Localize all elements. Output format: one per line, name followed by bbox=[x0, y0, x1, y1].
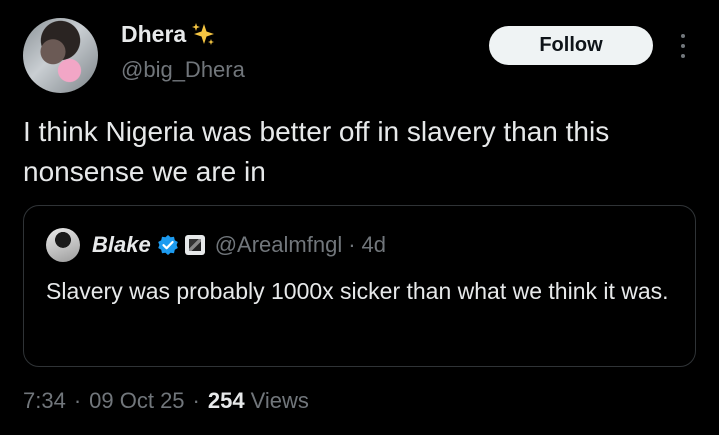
author-display-name[interactable]: Dhera bbox=[121, 20, 186, 48]
author-avatar[interactable] bbox=[23, 18, 98, 93]
quote-separator: · bbox=[348, 232, 356, 257]
tweet-date[interactable]: 09 Oct 25 bbox=[89, 386, 184, 416]
quote-header: Blake @Arealmfngl · 4d bbox=[92, 230, 386, 260]
affiliate-badge-icon[interactable] bbox=[184, 235, 205, 255]
quote-handle: @Arealmfngl bbox=[214, 232, 343, 257]
more-dot bbox=[681, 54, 685, 58]
verified-badge-icon bbox=[157, 235, 178, 255]
author-name-row[interactable]: Dhera bbox=[121, 20, 216, 48]
follow-button[interactable]: Follow bbox=[489, 26, 653, 65]
quote-timestamp[interactable]: 4d bbox=[362, 230, 386, 260]
quote-author-avatar[interactable] bbox=[46, 228, 80, 262]
more-dot bbox=[681, 44, 685, 48]
more-vertical-icon[interactable] bbox=[673, 30, 693, 62]
quote-text: Slavery was probably 1000x sicker than w… bbox=[46, 278, 669, 304]
meta-separator: · bbox=[73, 388, 82, 413]
quoted-tweet-card[interactable]: Blake @Arealmfngl · 4d Slavery was proba… bbox=[23, 205, 696, 367]
views-label: Views bbox=[250, 388, 309, 413]
views-count: 254 bbox=[207, 388, 245, 413]
tweet-text: I think Nigeria was better off in slaver… bbox=[23, 116, 617, 187]
sparkles-icon bbox=[192, 23, 215, 45]
meta-separator: · bbox=[192, 388, 200, 413]
author-handle[interactable]: @big_Dhera bbox=[121, 56, 245, 84]
tweet-meta-row: 7:34 · 09 Oct 25 · 254 Views bbox=[23, 386, 309, 416]
quote-display-name[interactable]: Blake bbox=[92, 230, 151, 260]
tweet-time[interactable]: 7:34 bbox=[23, 386, 66, 416]
more-dot bbox=[681, 34, 685, 38]
